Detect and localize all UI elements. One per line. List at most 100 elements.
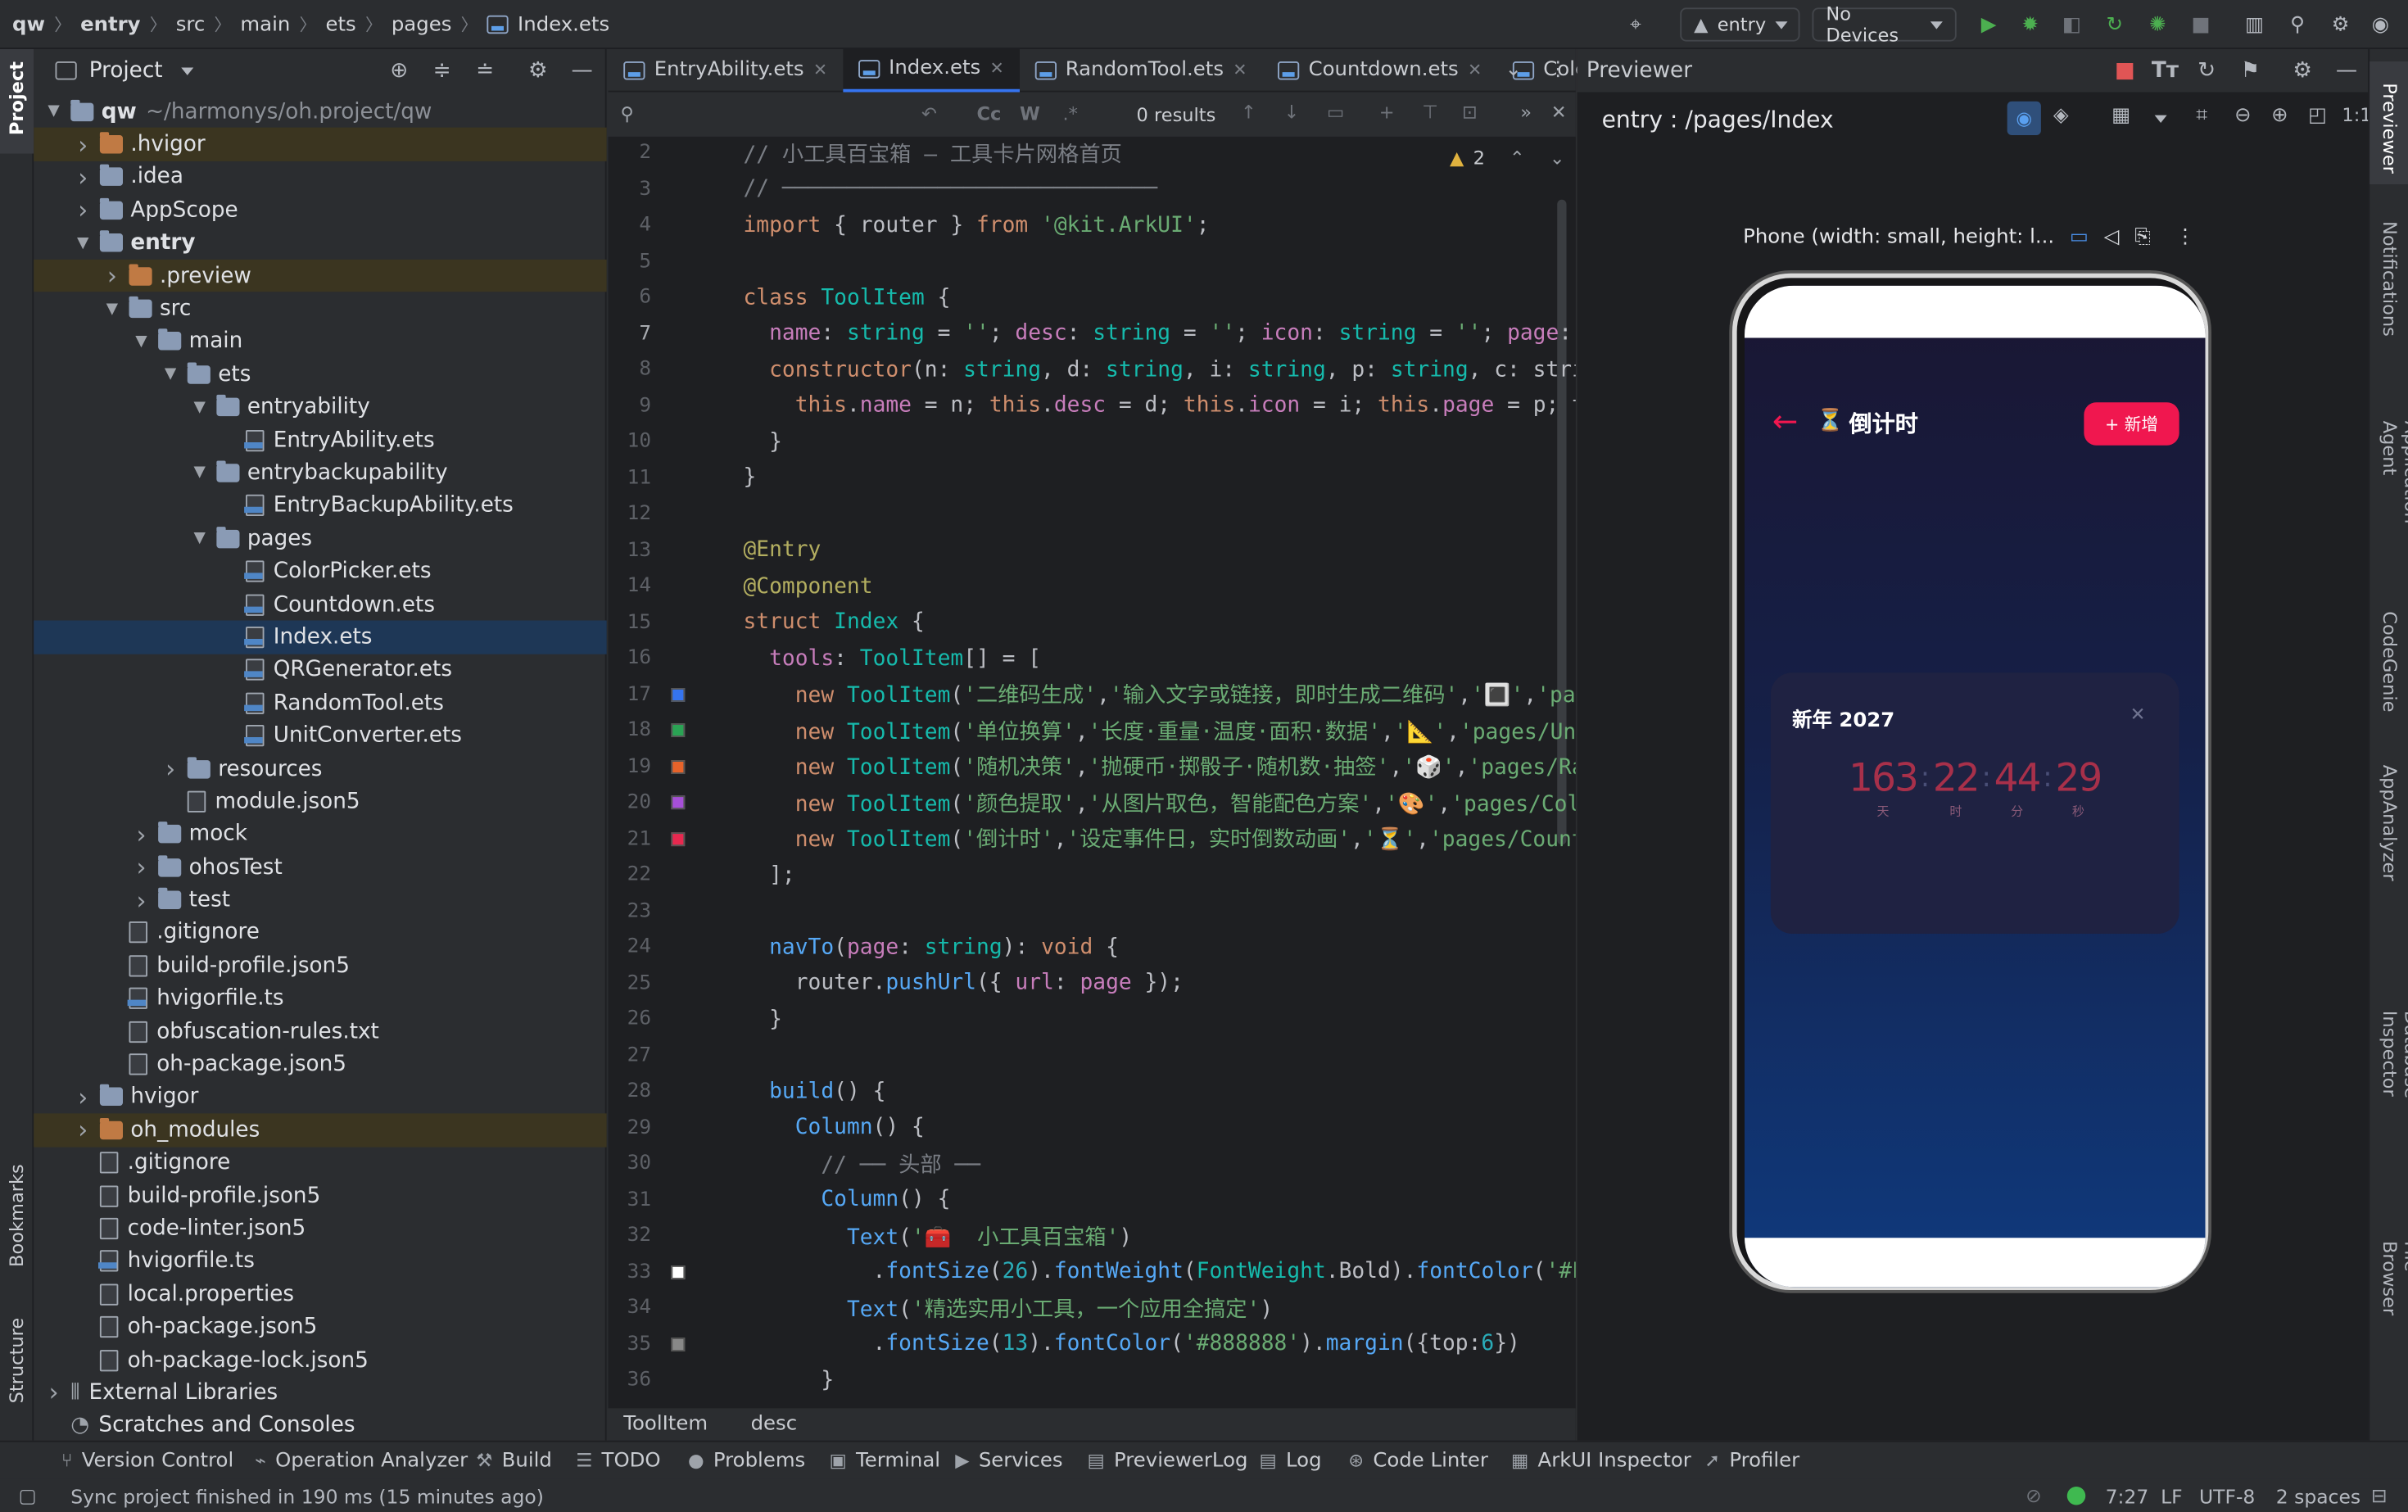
stop-preview-icon[interactable]: ■ [2115,58,2135,83]
code-line[interactable]: 35 .fontSize(13).fontColor('#888888').ma… [609,1326,1576,1362]
code-line[interactable]: 30 // ── 头部 ── [609,1146,1576,1182]
next-occurrence-icon[interactable]: ↓ [1284,102,1300,123]
code-line[interactable]: 23 [609,893,1576,929]
device-select[interactable]: No Devices [1812,3,1957,46]
tool-window-button[interactable]: ▶ Services [940,1449,1079,1472]
match-case-toggle[interactable]: Cc [977,103,1002,124]
code-line[interactable]: 24 navTo(page: string): void { [609,929,1576,965]
editor-tab[interactable]: RandomTool.ets ✕ [1020,48,1263,92]
color-swatch-icon[interactable] [671,1337,686,1351]
code-line[interactable]: 3 // ───────────────────────────── [609,171,1576,207]
breadcrumb-item[interactable]: ets [325,13,355,36]
code-line[interactable]: 33 .fontSize(26).fontWeight(FontWeight.B… [609,1254,1576,1290]
color-swatch-icon[interactable] [671,723,686,738]
tree-item[interactable]: QRGenerator.ets [34,654,606,686]
breadcrumb-item[interactable]: pages [392,13,452,36]
more-icon[interactable]: » [1520,102,1532,123]
collapse-all-icon[interactable]: ≐ [476,58,494,83]
account-icon[interactable]: ◉ [2368,12,2392,37]
code-line[interactable]: 34 Text('精选实用小工具，一个应用全搞定') [609,1290,1576,1326]
no-power-save-icon[interactable]: ⊘ [2026,1483,2042,1506]
code-line[interactable]: 20 new ToolItem('颜色提取','从图片取色，智能配色方案','🎨… [609,785,1576,821]
code-line[interactable]: 6 class ToolItem { [609,279,1576,315]
chevron-down-icon[interactable] [181,66,194,75]
grid-icon[interactable]: ▦ [2112,105,2130,128]
caret-position[interactable]: 7:27 [2106,1485,2149,1508]
code-line[interactable]: 36 } [609,1362,1576,1398]
refresh-preview-icon[interactable]: ↻ [2198,58,2216,83]
tree-item[interactable]: local.properties [34,1278,606,1311]
tree-item[interactable]: › oh_modules [34,1113,607,1147]
tree-item[interactable]: UnitConverter.ets [34,719,606,752]
code-line[interactable]: 19 new ToolItem('随机决策','抛硬币·掷骰子·随机数·抽签',… [609,749,1576,785]
chevron-down-icon[interactable] [2154,115,2167,123]
tree-item[interactable]: .gitignore [34,1147,606,1179]
code-line[interactable]: 11} [609,460,1576,496]
code-line[interactable]: 13 @Entry [609,532,1576,568]
tree-item[interactable]: EntryBackupAbility.ets [34,490,606,523]
tree-item[interactable]: build-profile.json5 [34,1179,606,1212]
tree-item[interactable]: .gitignore [34,917,606,949]
rotate-device-icon[interactable]: ⎘ [2134,225,2151,248]
code-line[interactable]: 5 [609,243,1576,279]
close-icon[interactable]: ✕ [2130,704,2146,725]
project-structure-icon[interactable]: ▥ [2243,12,2267,37]
tree-item[interactable]: › ohosTest [34,851,606,884]
zoom-in-icon[interactable]: ⊕ [2271,105,2288,128]
tree-item[interactable]: ▼ entry [34,227,606,260]
preview-settings-icon[interactable]: ⚙ [2293,58,2312,83]
close-tab-icon[interactable]: ✕ [813,60,827,79]
filter-icon[interactable]: ⊤ [1422,102,1438,123]
tree-item[interactable]: › mock [34,818,606,851]
tool-window-button[interactable]: ⊛ Code Linter [1333,1449,1504,1472]
tool-window-button[interactable]: ▣ Terminal [814,1449,956,1472]
editor-tab[interactable]: EntryAbility.ets ✕ [609,48,843,92]
target-icon[interactable]: ⌖ [1623,12,1648,37]
tree-item[interactable]: › .preview [34,259,607,292]
code-line[interactable]: 28 build() { [609,1074,1576,1110]
search-icon[interactable]: ⚲ [2285,12,2310,37]
tree-item[interactable]: ▼ main [34,325,606,358]
tab-list-icon[interactable]: ⌄ [1505,58,1522,81]
status-ok-icon[interactable] [2066,1487,2086,1505]
color-swatch-icon[interactable] [671,831,686,846]
tree-item[interactable]: build-profile.json5 [34,949,606,982]
breadcrumb-class[interactable]: ToolItem [623,1413,708,1436]
add-selection-icon[interactable]: + [1379,102,1395,123]
code-line[interactable]: 12 [609,496,1576,532]
prev-occurrence-icon[interactable]: ↑ [1241,102,1256,123]
code-line[interactable]: 4 import { router } from '@kit.ArkUI'; [609,207,1576,243]
tool-window-button[interactable]: ▦ ArkUI Inspector [1496,1449,1706,1472]
add-event-button[interactable]: + 新增 [2084,402,2179,446]
bookmarks-tool-label[interactable]: Bookmarks [7,1164,28,1267]
countdown-card[interactable]: 新年 2027 ✕ 163 天:22 时:44 分:29 秒 [1770,672,2179,934]
run-config-select[interactable]: ▲ entry [1680,7,1800,42]
tree-item[interactable]: ▼ pages [34,523,606,555]
tree-item[interactable]: › .hvigor [34,128,607,161]
code-line[interactable]: 31 Column() { [609,1182,1576,1218]
tree-item[interactable]: › hvigor [34,1080,606,1113]
breadcrumb-item[interactable]: qw [12,13,45,36]
close-tab-icon[interactable]: ✕ [1233,60,1247,79]
tree-item[interactable]: › .idea [34,161,606,193]
tree-item[interactable]: module.json5 [34,785,606,818]
more-tabs-icon[interactable]: ⋮ [1548,58,1568,81]
tree-item[interactable]: ◔ Scratches and Consoles [34,1410,606,1442]
tree-item[interactable]: RandomTool.ets [34,686,606,719]
device-frame-icon[interactable]: ▭ [2070,225,2089,248]
breadcrumb-member[interactable]: desc [751,1413,798,1436]
status-message[interactable]: Sync project finished in 190 ms (15 minu… [70,1485,544,1508]
find-input[interactable] [648,98,939,132]
tree-item[interactable]: ▼ entryability [34,391,606,423]
code-line[interactable]: 32 Text('🧰 小工具百宝箱') [609,1218,1576,1254]
tree-item[interactable]: Index.ets [34,620,607,654]
run-icon[interactable]: ▶ [1976,12,2001,37]
code-line[interactable]: 22 ]; [609,857,1576,893]
code-line[interactable]: 15 struct Index { [609,604,1576,641]
tree-item[interactable]: obfuscation-rules.txt [34,1015,606,1048]
inspector-toggle-icon[interactable]: ◉ [2007,101,2041,135]
back-arrow-icon[interactable]: ← [1772,402,1798,439]
debug-icon[interactable]: ✹ [2018,12,2043,37]
tree-item[interactable]: Countdown.ets [34,588,606,621]
project-tool-button[interactable]: Project [0,49,34,154]
